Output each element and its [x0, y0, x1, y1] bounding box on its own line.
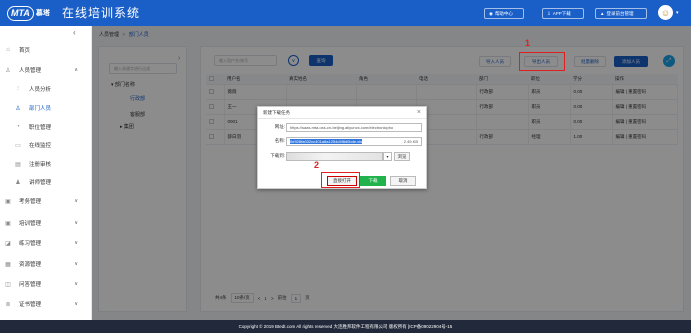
save-dir-field[interactable] [286, 152, 383, 161]
audit-icon: ▤ [15, 161, 21, 168]
name-label: 名称: [274, 138, 285, 143]
sidebar: ‹ ⌂ 首页 ♙ 人员管理 ∧ ⫶ 人员分析 ♙ 部门人员 ◔ 职位管理 ▭ 在线监控 ▤ 注册… [0, 26, 92, 320]
sidebar-item-exam[interactable]: ▣ 考务管理 ∨ [0, 194, 92, 208]
logo-cn: 慕塔 [35, 10, 50, 17]
chevron-down-icon: ∨ [74, 198, 78, 204]
annotation-box-export [519, 52, 565, 71]
avatar[interactable]: ☺ [658, 5, 673, 20]
chevron-down-icon: ∨ [74, 240, 78, 246]
sidebar-item-people[interactable]: ♙ 人员管理 ∧ [0, 63, 92, 77]
help-icon: ◉ [489, 11, 493, 16]
teacher-icon: ♟ [15, 179, 21, 186]
sidebar-item-monitor[interactable]: ▭ 在线监控 [0, 138, 92, 152]
download-button[interactable]: 下载 [360, 176, 386, 186]
resource-icon: ▦ [5, 261, 11, 268]
qa-icon: ◫ [5, 281, 11, 288]
filename-field[interactable]: 0e928fa032cc401a8a1254c5f8d0bde.xls 2.45 … [286, 137, 422, 146]
dialog-title: 新建下载任务 [258, 107, 426, 119]
file-size: 2.45 KB [403, 139, 418, 144]
cert-icon: ⊛ [5, 301, 11, 308]
sidebar-item-practice[interactable]: ◪ 练习管理 ∨ [0, 236, 92, 250]
practice-icon: ◪ [5, 240, 11, 247]
chevron-down-icon[interactable]: ▾ [676, 10, 679, 16]
chevron-down-icon: ∨ [74, 281, 78, 287]
sidebar-item-teachers[interactable]: ♟ 讲师管理 [0, 175, 92, 189]
sidebar-item-positions[interactable]: ◔ 职位管理 [0, 120, 92, 134]
person-icon: ▲ [600, 11, 605, 16]
cancel-button[interactable]: 取消 [390, 176, 416, 186]
annotation-label-1: 1 [525, 38, 531, 48]
top-header: MTA 慕塔 在线培训系统 ◉ 帮助中心 ⇩ APP下载 ▲ 登录前台管理 ☺ ▾ [0, 0, 691, 26]
sidebar-item-qa[interactable]: ◫ 问答管理 ∨ [0, 277, 92, 291]
dept-icon: ♙ [15, 105, 21, 112]
chevron-up-icon: ∧ [74, 67, 78, 73]
close-icon[interactable]: × [417, 109, 421, 116]
url-field[interactable]: https://saas.mta.oss-cn-beijing.aliyuncs… [286, 123, 422, 132]
sidebar-item-analysis[interactable]: ⫶ 人员分析 [0, 82, 92, 96]
help-center-button[interactable]: ◉ 帮助中心 [484, 8, 524, 19]
position-icon: ◔ [16, 124, 20, 130]
filename-text: 0e928fa032cc401a8a1254c5f8d0bde.xls [290, 139, 363, 144]
sidebar-item-training[interactable]: ▣ 培训管理 ∨ [0, 216, 92, 230]
logo-badge: MTA [7, 5, 34, 21]
collapse-icon[interactable]: ‹ [73, 28, 76, 37]
monitor-icon: ▭ [15, 142, 21, 149]
logo[interactable]: MTA 慕塔 [7, 5, 57, 21]
exam-icon: ▣ [5, 198, 11, 205]
user-icon: ♙ [5, 67, 11, 74]
sidebar-item-resources[interactable]: ▦ 资源管理 ∨ [0, 257, 92, 271]
dir-label: 下载到: [270, 153, 285, 158]
sidebar-item-audit[interactable]: ▤ 注册审核 [0, 157, 92, 171]
app-download-button[interactable]: ⇩ APP下载 [542, 8, 584, 19]
sidebar-item-dept-people[interactable]: ♙ 部门人员 [0, 101, 92, 115]
chevron-down-icon: ∨ [74, 261, 78, 267]
footer: Copyright © 2019 Btedt.com All rights re… [0, 320, 691, 333]
dir-dropdown-icon[interactable]: ▾ [383, 152, 392, 161]
sidebar-item-certs[interactable]: ⊛ 证书管理 ∨ [0, 297, 92, 311]
chart-icon: ⫶ [17, 85, 19, 92]
training-icon: ▣ [5, 220, 11, 227]
chevron-down-icon: ∨ [74, 220, 78, 226]
frontend-login-button[interactable]: ▲ 登录前台管理 [595, 8, 647, 19]
url-label: 网址: [274, 124, 285, 129]
annotation-label-2: 2 [314, 160, 320, 170]
chevron-down-icon: ∨ [74, 301, 78, 307]
system-title: 在线培训系统 [62, 6, 141, 20]
sidebar-item-home[interactable]: ⌂ 首页 [0, 43, 92, 57]
browse-button[interactable]: 浏览 [394, 152, 410, 161]
home-icon: ⌂ [6, 47, 10, 53]
annotation-box-open [321, 172, 360, 188]
download-icon: ⇩ [547, 11, 551, 16]
